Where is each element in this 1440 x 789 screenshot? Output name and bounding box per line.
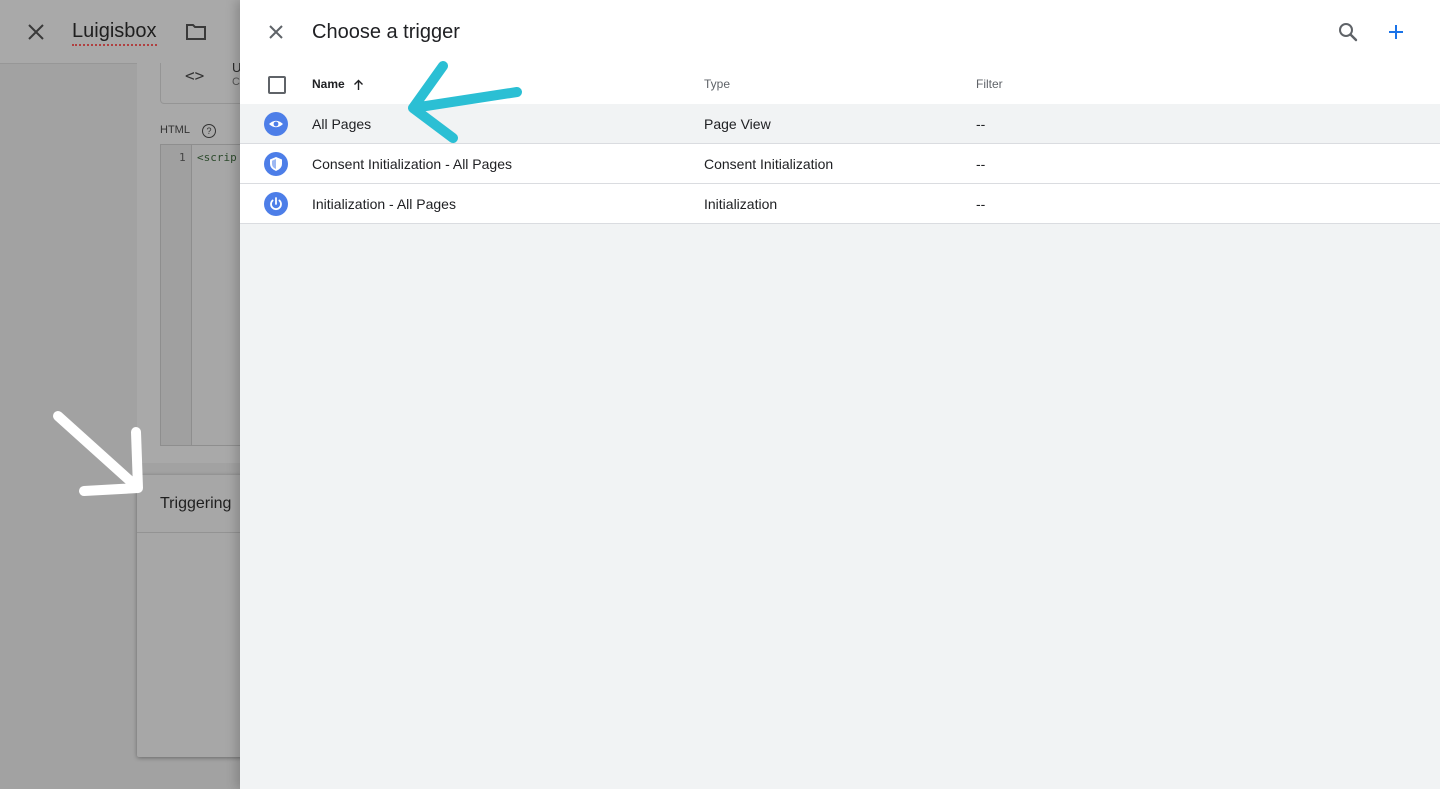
choose-trigger-panel: Choose a trigger Name Type Filter All Pa… bbox=[240, 0, 1440, 789]
triggering-divider bbox=[137, 532, 247, 533]
tag-name[interactable]: Luigisbox bbox=[72, 20, 157, 46]
triggering-title: Triggering bbox=[160, 495, 232, 512]
trigger-row-initialization[interactable]: Initialization - All Pages Initializatio… bbox=[240, 184, 1440, 224]
eye-icon bbox=[264, 112, 288, 136]
trigger-name: Consent Initialization - All Pages bbox=[312, 156, 512, 172]
trigger-type: Consent Initialization bbox=[704, 156, 834, 172]
trigger-type: Page View bbox=[704, 116, 771, 132]
help-icon[interactable]: ? bbox=[202, 124, 216, 138]
table-header: Name Type Filter bbox=[240, 64, 1440, 105]
tag-type-description: C bbox=[232, 76, 240, 88]
trigger-name: All Pages bbox=[312, 116, 372, 132]
search-icon[interactable] bbox=[1336, 20, 1360, 44]
power-icon bbox=[264, 192, 288, 216]
trigger-filter: -- bbox=[976, 116, 986, 132]
panel-title: Choose a trigger bbox=[312, 21, 460, 43]
html-label: HTML bbox=[160, 124, 190, 136]
editor-gutter: 1 bbox=[161, 145, 192, 445]
trigger-name: Initialization - All Pages bbox=[312, 196, 456, 212]
trigger-type: Initialization bbox=[704, 196, 778, 212]
select-all-checkbox[interactable] bbox=[268, 76, 286, 94]
shield-icon bbox=[264, 152, 288, 176]
line-number: 1 bbox=[179, 151, 186, 164]
column-header-type[interactable]: Type bbox=[704, 77, 730, 91]
trigger-row-consent-initialization[interactable]: Consent Initialization - All Pages Conse… bbox=[240, 144, 1440, 184]
close-icon[interactable] bbox=[24, 20, 48, 44]
folder-icon[interactable] bbox=[185, 22, 207, 42]
trigger-filter: -- bbox=[976, 156, 986, 172]
trigger-row-all-pages[interactable]: All Pages Page View -- bbox=[240, 104, 1440, 144]
column-header-filter[interactable]: Filter bbox=[976, 77, 1003, 91]
spellcheck-underline bbox=[72, 44, 157, 46]
code-line: <scrip bbox=[197, 151, 237, 164]
column-header-name[interactable]: Name bbox=[312, 77, 364, 91]
trigger-filter: -- bbox=[976, 196, 986, 212]
close-icon[interactable] bbox=[264, 20, 288, 44]
panel-header: Choose a trigger bbox=[240, 0, 1440, 64]
code-icon: <> bbox=[185, 66, 205, 85]
annotation-arrow-white bbox=[53, 411, 143, 496]
triggering-card[interactable] bbox=[137, 475, 257, 757]
sort-ascending-icon bbox=[354, 79, 364, 90]
add-icon[interactable] bbox=[1384, 20, 1408, 44]
